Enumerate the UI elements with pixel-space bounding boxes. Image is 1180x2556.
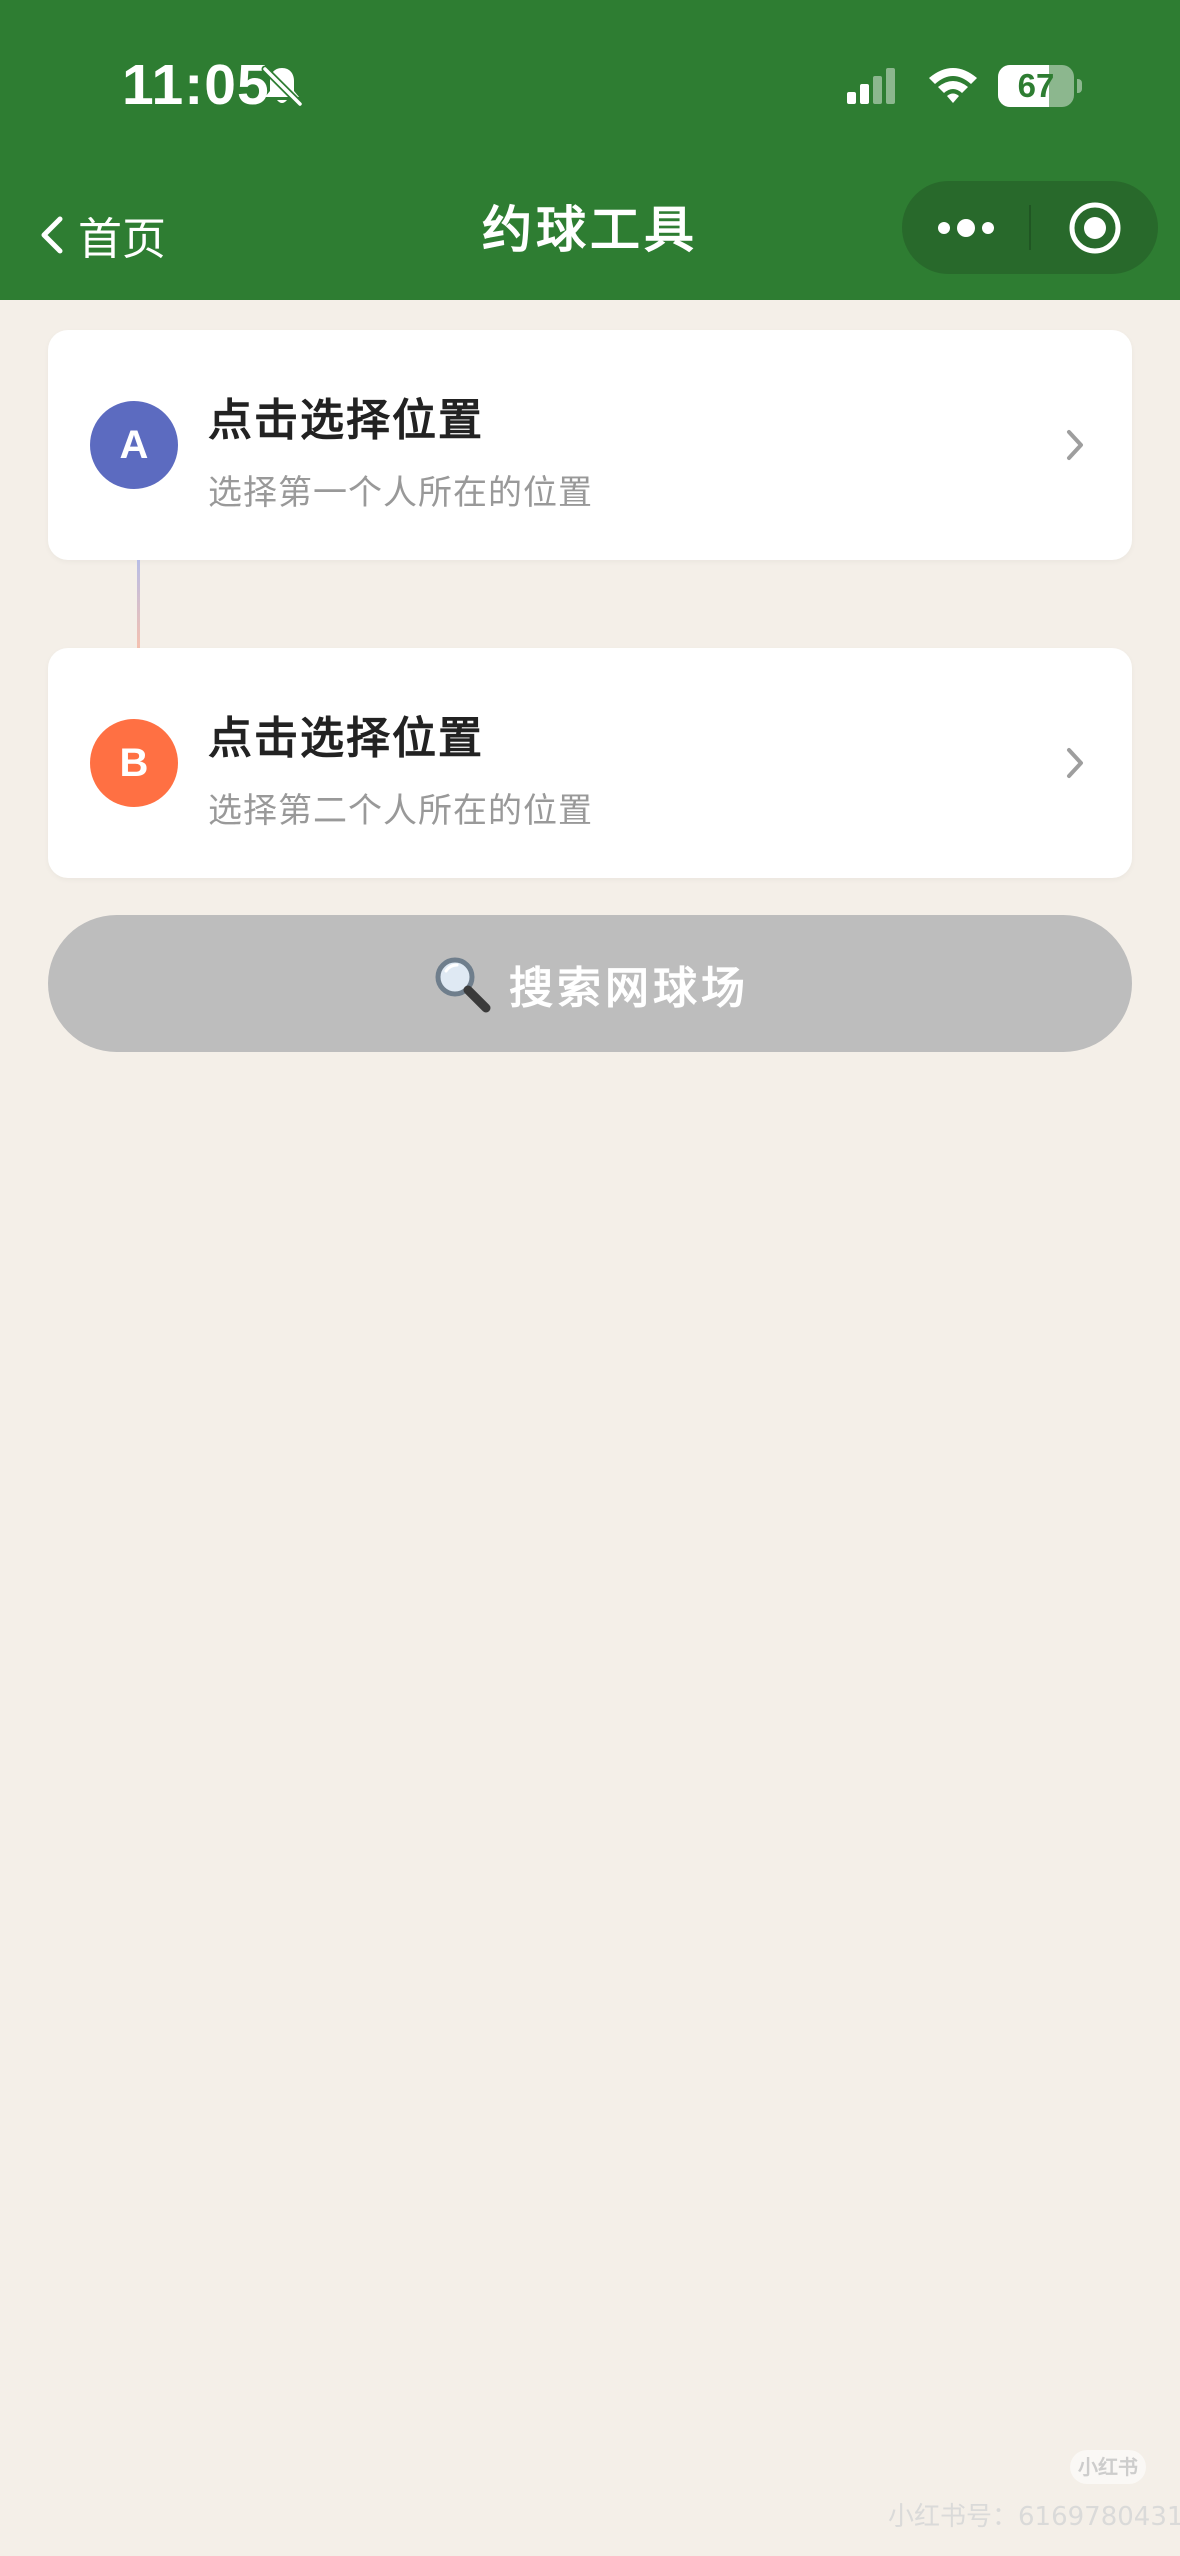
mini-program-capsule bbox=[902, 181, 1158, 274]
watermark-logo: 小红书 bbox=[1070, 2450, 1146, 2484]
location-b-title: 点击选择位置 bbox=[208, 713, 484, 764]
close-target-icon bbox=[1069, 202, 1120, 253]
battery-icon: 67 bbox=[998, 65, 1074, 107]
more-dots-icon bbox=[937, 218, 994, 237]
badge-b: B bbox=[90, 719, 178, 807]
app-header: 11:05 67 首页 约球工具 bbox=[0, 0, 1180, 300]
location-connector-line bbox=[137, 560, 140, 648]
badge-a: A bbox=[90, 401, 178, 489]
battery-level: 67 bbox=[1017, 67, 1055, 104]
chevron-right-icon bbox=[1067, 748, 1083, 778]
search-courts-button[interactable]: 搜索网球场 bbox=[48, 915, 1132, 1052]
search-button-label: 搜索网球场 bbox=[509, 962, 749, 1014]
battery-tip bbox=[1077, 79, 1082, 93]
location-card-a[interactable]: A 点击选择位置 选择第一个人所在的位置 bbox=[48, 330, 1132, 560]
location-a-title: 点击选择位置 bbox=[208, 395, 484, 446]
cellular-signal-icon bbox=[847, 68, 895, 104]
bell-slash-icon bbox=[261, 65, 304, 108]
watermark-text: 小红书号：6169780431 bbox=[888, 2502, 1180, 2532]
magnifier-icon bbox=[435, 957, 491, 1012]
location-a-subtitle: 选择第一个人所在的位置 bbox=[208, 473, 593, 513]
more-button[interactable] bbox=[902, 181, 1029, 274]
wifi-icon bbox=[929, 68, 977, 103]
close-button[interactable] bbox=[1031, 181, 1158, 274]
location-b-subtitle: 选择第二个人所在的位置 bbox=[208, 791, 593, 831]
chevron-right-icon bbox=[1067, 430, 1083, 460]
status-time: 11:05 bbox=[122, 53, 270, 117]
location-card-b[interactable]: B 点击选择位置 选择第二个人所在的位置 bbox=[48, 648, 1132, 878]
